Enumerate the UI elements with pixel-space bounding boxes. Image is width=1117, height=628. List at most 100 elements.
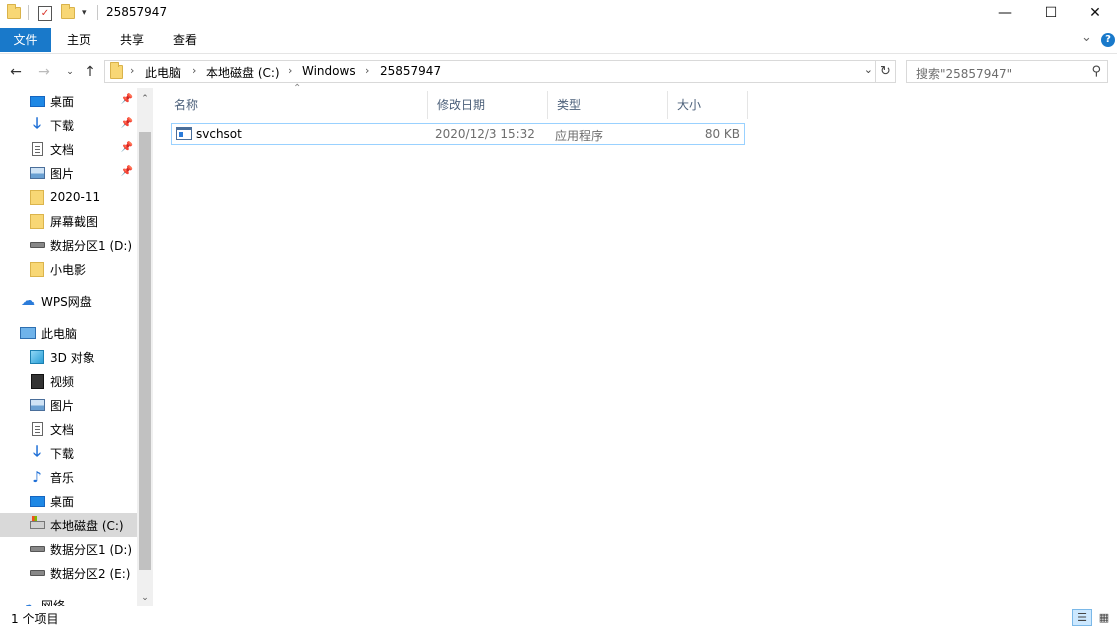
minimize-button[interactable]: — bbox=[982, 0, 1028, 26]
download-icon: 🡓 bbox=[33, 113, 41, 132]
tab-share[interactable]: 共享 bbox=[112, 29, 152, 51]
nav-item-data-partition-d[interactable]: 数据分区1 (D:) bbox=[0, 233, 137, 257]
nav-item-label: 本地磁盘 (C:) bbox=[50, 518, 124, 533]
tab-file[interactable]: 文件 bbox=[0, 28, 51, 52]
scroll-down-icon[interactable]: ⌄ bbox=[137, 590, 153, 606]
nav-item-3d-objects[interactable]: 3D 对象 bbox=[0, 345, 137, 369]
breadcrumb-separator-icon[interactable]: › bbox=[130, 64, 134, 77]
nav-item-label: 文档 bbox=[50, 142, 75, 157]
address-history-chevron-icon[interactable]: ⌄ bbox=[864, 63, 873, 76]
nav-item-label: 数据分区1 (D:) bbox=[50, 238, 133, 253]
file-type: 应用程序 bbox=[555, 129, 604, 143]
nav-item-pictures-pc[interactable]: 图片 bbox=[0, 393, 137, 417]
ribbon-tabs: 文件 主页 共享 查看 ⌄ ? bbox=[0, 26, 1117, 54]
folder-icon bbox=[29, 213, 45, 229]
new-folder-icon[interactable] bbox=[61, 4, 75, 22]
nav-item-this-pc[interactable]: 此电脑 bbox=[0, 321, 137, 345]
search-input[interactable]: 搜索"25857947" ⚲ bbox=[906, 60, 1108, 83]
status-bar: 1 个项目 ☰ ▦ bbox=[0, 606, 1117, 628]
nav-item-desktop-pc[interactable]: 桌面 bbox=[0, 489, 137, 513]
scrollbar-thumb[interactable] bbox=[139, 132, 151, 570]
pin-icon: 📌 bbox=[120, 94, 133, 105]
tab-home[interactable]: 主页 bbox=[59, 29, 99, 51]
nav-item-documents[interactable]: 文档 📌 bbox=[0, 137, 137, 161]
nav-item-label: 屏幕截图 bbox=[50, 214, 99, 229]
nav-item-data-partition-2[interactable]: 数据分区2 (E:) bbox=[0, 561, 137, 585]
recent-locations-chevron-icon[interactable]: ⌄ bbox=[61, 63, 79, 81]
nav-item-label: 下载 bbox=[50, 446, 75, 461]
nav-item-label: WPS网盘 bbox=[41, 294, 92, 309]
document-icon bbox=[29, 141, 45, 157]
drive-icon bbox=[29, 565, 45, 581]
nav-item-desktop[interactable]: 桌面 📌 bbox=[0, 89, 137, 113]
search-icon[interactable]: ⚲ bbox=[1091, 64, 1101, 79]
nav-item-label: 此电脑 bbox=[41, 326, 78, 341]
nav-item-downloads-pc[interactable]: 🡓 下载 bbox=[0, 441, 137, 465]
nav-item-screenshots[interactable]: 屏幕截图 bbox=[0, 209, 137, 233]
nav-item-data-partition-1[interactable]: 数据分区1 (D:) bbox=[0, 537, 137, 561]
nav-item-folder-2020-11[interactable]: 2020-11 bbox=[0, 185, 137, 209]
nav-item-label: 桌面 bbox=[50, 94, 75, 109]
large-icons-view-icon[interactable]: ▦ bbox=[1094, 609, 1114, 626]
nav-item-label: 图片 bbox=[50, 166, 75, 181]
nav-item-label: 桌面 bbox=[50, 494, 75, 509]
file-size: 80 KB bbox=[704, 127, 740, 141]
nav-item-videos[interactable]: 视频 bbox=[0, 369, 137, 393]
column-header-name[interactable]: 名称 bbox=[165, 91, 428, 119]
properties-icon[interactable]: ✓ bbox=[38, 4, 52, 22]
pin-icon: 📌 bbox=[120, 142, 133, 153]
picture-icon bbox=[29, 397, 45, 413]
divider bbox=[97, 5, 98, 20]
breadcrumb-separator-icon[interactable]: › bbox=[192, 64, 196, 77]
computer-icon bbox=[20, 325, 36, 341]
file-list: ⌃ 名称 修改日期 类型 大小 svchsot 2020/12/3 15:32 … bbox=[165, 83, 1117, 608]
nav-item-label: 数据分区1 (D:) bbox=[50, 542, 133, 557]
folder-icon bbox=[7, 4, 21, 22]
customize-toolbar-chevron-icon[interactable]: ▾ bbox=[82, 4, 87, 22]
nav-item-label: 文档 bbox=[50, 422, 75, 437]
nav-item-local-disk-c[interactable]: 本地磁盘 (C:) bbox=[0, 513, 137, 537]
nav-item-movies[interactable]: 小电影 bbox=[0, 257, 137, 281]
tab-view[interactable]: 查看 bbox=[165, 29, 205, 51]
breadcrumb-separator-icon[interactable]: › bbox=[288, 64, 292, 77]
breadcrumb-this-pc[interactable]: 此电脑 bbox=[145, 64, 181, 81]
refresh-icon[interactable]: ↻ bbox=[876, 60, 896, 83]
breadcrumb-windows[interactable]: Windows bbox=[302, 64, 356, 78]
column-header-type[interactable]: 类型 bbox=[548, 91, 668, 119]
close-button[interactable]: ✕ bbox=[1072, 0, 1117, 26]
desktop-icon bbox=[29, 493, 45, 509]
nav-item-music[interactable]: ♪ 音乐 bbox=[0, 465, 137, 489]
column-header-size[interactable]: 大小 bbox=[668, 91, 748, 119]
details-view-icon[interactable]: ☰ bbox=[1072, 609, 1092, 626]
divider bbox=[28, 5, 29, 20]
help-icon[interactable]: ? bbox=[1101, 33, 1115, 47]
nav-item-downloads[interactable]: 🡓 下载 📌 bbox=[0, 113, 137, 137]
nav-item-label: 2020-11 bbox=[50, 190, 101, 204]
scroll-up-icon[interactable]: ⌃ bbox=[137, 91, 153, 107]
maximize-button[interactable]: ☐ bbox=[1028, 0, 1074, 26]
nav-item-label: 下载 bbox=[50, 118, 75, 133]
breadcrumb-current-folder[interactable]: 25857947 bbox=[380, 64, 441, 78]
forward-arrow-icon[interactable]: → bbox=[35, 63, 53, 81]
up-arrow-icon[interactable]: ↑ bbox=[81, 63, 99, 81]
back-arrow-icon[interactable]: ← bbox=[7, 63, 25, 81]
breadcrumb-local-disk-c[interactable]: 本地磁盘 (C:) bbox=[206, 64, 280, 81]
nav-item-documents-pc[interactable]: 文档 bbox=[0, 417, 137, 441]
column-header-modified[interactable]: 修改日期 bbox=[428, 91, 548, 119]
nav-item-pictures[interactable]: 图片 📌 bbox=[0, 161, 137, 185]
cloud-icon: ☁ bbox=[21, 293, 35, 309]
pin-icon: 📌 bbox=[120, 166, 133, 177]
nav-item-wps-cloud[interactable]: ☁ WPS网盘 bbox=[0, 289, 137, 313]
address-bar[interactable]: › 此电脑 › 本地磁盘 (C:) › Windows › 25857947 ⌄ bbox=[104, 60, 876, 83]
expand-ribbon-icon[interactable]: ⌄ bbox=[1081, 30, 1092, 45]
breadcrumb-separator-icon[interactable]: › bbox=[365, 64, 369, 77]
nav-item-label: 视频 bbox=[50, 374, 75, 389]
file-modified: 2020/12/3 15:32 bbox=[435, 127, 535, 141]
search-placeholder: 搜索"25857947" bbox=[916, 67, 1013, 81]
music-icon: ♪ bbox=[32, 468, 42, 486]
file-row[interactable]: svchsot 2020/12/3 15:32 应用程序 80 KB bbox=[171, 123, 745, 145]
nav-item-label: 音乐 bbox=[50, 470, 75, 485]
nav-item-label: 图片 bbox=[50, 398, 75, 413]
application-icon bbox=[176, 127, 192, 140]
nav-scrollbar[interactable]: ⌃ ⌄ bbox=[137, 88, 153, 608]
